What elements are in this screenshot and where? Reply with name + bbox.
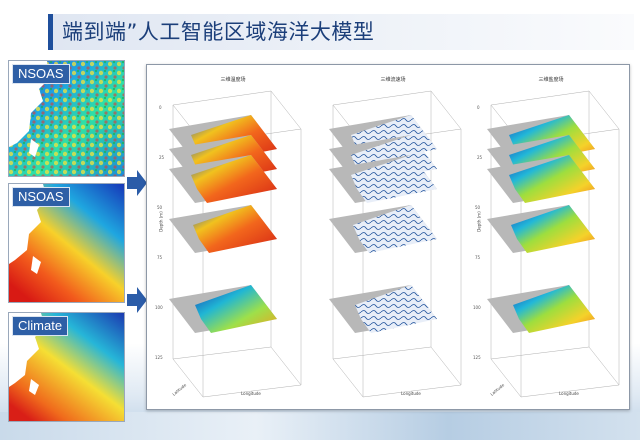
ocean-3d-panel: 三维温度场 0 25 50 75 100 125 Depth (m) Longi… — [146, 64, 630, 410]
svg-text:125: 125 — [155, 355, 163, 360]
svg-text:75: 75 — [157, 255, 163, 260]
axis-label-longitude: Longitude — [559, 391, 579, 396]
svg-text:75: 75 — [475, 255, 481, 260]
svg-text:25: 25 — [159, 155, 165, 160]
map-climate: Climate — [8, 312, 125, 422]
svg-text:50: 50 — [157, 205, 163, 210]
svg-text:50: 50 — [475, 205, 481, 210]
arrow-right-icon — [127, 287, 147, 313]
axis-label-depth: Depth (m) — [476, 211, 482, 232]
salinity-cube: 三维盐度场 0 25 50 75 100 125 Depth (m) Longi… — [469, 69, 627, 405]
axis-label-depth: Depth (m) — [158, 211, 164, 232]
svg-text:125: 125 — [473, 355, 481, 360]
svg-text:100: 100 — [155, 305, 163, 310]
title-accent-bar — [48, 14, 53, 50]
panel-title: 三维温度场 — [220, 77, 246, 83]
map-label: NSOAS — [12, 64, 70, 84]
arrow-right-icon — [127, 170, 147, 196]
panel-title: 三维流速场 — [380, 77, 406, 83]
map-nsoas-1: NSOAS — [8, 60, 125, 177]
svg-text:25: 25 — [477, 155, 483, 160]
map-nsoas-2: NSOAS — [8, 183, 125, 303]
slide: 端到端”人工智能区域海洋大模型 NSOAS NSOAS Climate 三维温度… — [0, 0, 640, 440]
axis-label-longitude: Longitude — [241, 391, 261, 396]
panel-title: 三维盐度场 — [538, 77, 564, 83]
map-label: NSOAS — [12, 187, 70, 207]
svg-text:100: 100 — [473, 305, 481, 310]
svg-text:0: 0 — [159, 105, 162, 110]
flow-cube: 三维流速场 Longitude — [311, 69, 469, 405]
page-title: 端到端”人工智能区域海洋大模型 — [62, 20, 375, 44]
map-label: Climate — [12, 316, 69, 336]
temperature-cube: 三维温度场 0 25 50 75 100 125 Depth (m) Longi… — [151, 69, 309, 405]
svg-text:0: 0 — [477, 105, 480, 110]
axis-label-longitude: Longitude — [401, 391, 421, 396]
